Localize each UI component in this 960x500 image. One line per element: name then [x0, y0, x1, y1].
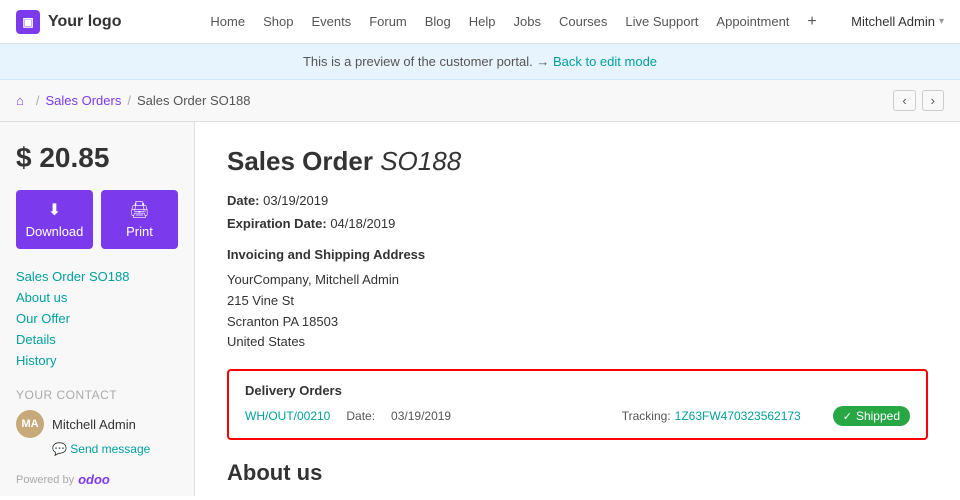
link-our-offer[interactable]: Our Offer: [16, 311, 178, 326]
nav-home[interactable]: Home: [210, 14, 245, 29]
about-us-title: About us: [227, 460, 928, 486]
send-message-link[interactable]: 💬 Send message: [52, 442, 178, 456]
shipped-status: Shipped: [856, 409, 900, 423]
nav-jobs[interactable]: Jobs: [514, 14, 541, 29]
print-button[interactable]: 🖨 Print: [101, 190, 178, 249]
logo[interactable]: ▣ Your logo: [16, 10, 176, 34]
message-dot-icon: 💬: [52, 442, 70, 456]
nav-appointment[interactable]: Appointment: [716, 14, 789, 29]
about-us-text: This is a sample quotation template. You…: [227, 494, 928, 496]
contact-section-label: Your Contact: [16, 388, 178, 402]
tracking-link[interactable]: 1Z63FW470323562173: [675, 409, 801, 423]
sidebar-contact: MA Mitchell Admin 💬 Send message: [16, 410, 178, 456]
address-line-3: Scranton PA 18503: [227, 312, 928, 333]
delivery-row: WH/OUT/00210 Date: 03/19/2019 Tracking: …: [245, 406, 910, 426]
print-icon: 🖨: [129, 200, 149, 220]
top-navigation: ▣ Your logo Home Shop Events Forum Blog …: [0, 0, 960, 44]
contact-name: Mitchell Admin: [52, 417, 136, 432]
address-block: YourCompany, Mitchell Admin 215 Vine St …: [227, 270, 928, 353]
nav-forum[interactable]: Forum: [369, 14, 407, 29]
next-button[interactable]: ›: [922, 90, 944, 111]
address-line-4: United States: [227, 332, 928, 353]
download-icon: ⬇: [48, 200, 61, 220]
back-to-edit-link[interactable]: Back to edit mode: [553, 54, 657, 69]
nav-blog[interactable]: Blog: [425, 14, 451, 29]
delivery-section-title: Delivery Orders: [245, 383, 910, 398]
home-icon[interactable]: ⌂: [16, 93, 24, 108]
avatar: MA: [16, 410, 44, 438]
expiry-field: Expiration Date: 04/18/2019: [227, 216, 928, 231]
nav-shop[interactable]: Shop: [263, 14, 293, 29]
delivery-orders-box: Delivery Orders WH/OUT/00210 Date: 03/19…: [227, 369, 928, 440]
user-menu[interactable]: Mitchell Admin ▾: [851, 14, 944, 29]
download-label: Download: [26, 224, 84, 239]
content-area: Sales Order SO188 Date: 03/19/2019 Expir…: [195, 122, 960, 496]
preview-text: This is a preview of the customer portal…: [303, 54, 533, 69]
order-amount: $ 20.85: [16, 142, 178, 174]
nav-courses[interactable]: Courses: [559, 14, 607, 29]
delivery-date-label: Date:: [346, 409, 375, 423]
address-section-title: Invoicing and Shipping Address: [227, 247, 928, 262]
odoo-logo: odoo: [78, 472, 110, 487]
download-button[interactable]: ⬇ Download: [16, 190, 93, 249]
powered-by: Powered by odoo: [16, 456, 178, 487]
link-history[interactable]: History: [16, 353, 178, 368]
user-name: Mitchell Admin: [851, 14, 935, 29]
preview-arrow: →: [536, 54, 553, 69]
print-label: Print: [126, 224, 153, 239]
breadcrumb-navigation: ‹ ›: [893, 90, 944, 111]
logo-icon: ▣: [16, 10, 40, 34]
nav-links: Home Shop Events Forum Blog Help Jobs Co…: [176, 13, 851, 31]
link-details[interactable]: Details: [16, 332, 178, 347]
contact-name-row: MA Mitchell Admin: [16, 410, 178, 438]
nav-help[interactable]: Help: [469, 14, 496, 29]
nav-events[interactable]: Events: [311, 14, 351, 29]
breadcrumb-sales-orders[interactable]: Sales Orders: [45, 93, 121, 108]
separator-1: /: [36, 93, 40, 108]
sidebar-buttons: ⬇ Download 🖨 Print: [16, 190, 178, 249]
breadcrumb: ⌂ / Sales Orders / Sales Order SO188 ‹ ›: [0, 80, 960, 122]
sidebar: $ 20.85 ⬇ Download 🖨 Print Sales Order S…: [0, 122, 195, 496]
nav-plus-icon[interactable]: +: [807, 13, 816, 31]
preview-bar: This is a preview of the customer portal…: [0, 44, 960, 80]
sidebar-links: Sales Order SO188 About us Our Offer Det…: [16, 269, 178, 368]
prev-button[interactable]: ‹: [893, 90, 915, 111]
link-sales-order[interactable]: Sales Order SO188: [16, 269, 178, 284]
link-about-us[interactable]: About us: [16, 290, 178, 305]
chevron-down-icon: ▾: [939, 16, 944, 27]
date-field: Date: 03/19/2019: [227, 193, 928, 208]
logo-text: Your logo: [48, 13, 121, 31]
delivery-tracking: Tracking: 1Z63FW470323562173: [622, 409, 801, 423]
breadcrumb-current: Sales Order SO188: [137, 93, 250, 108]
delivery-order-ref[interactable]: WH/OUT/00210: [245, 409, 330, 423]
order-title: Sales Order SO188: [227, 146, 928, 177]
shipped-badge: Shipped: [833, 406, 910, 426]
delivery-date-value: 03/19/2019: [391, 409, 451, 423]
address-line-2: 215 Vine St: [227, 291, 928, 312]
main-layout: $ 20.85 ⬇ Download 🖨 Print Sales Order S…: [0, 122, 960, 496]
address-line-1: YourCompany, Mitchell Admin: [227, 270, 928, 291]
nav-live-support[interactable]: Live Support: [625, 14, 698, 29]
separator-2: /: [127, 93, 131, 108]
tracking-label: Tracking:: [622, 409, 671, 423]
